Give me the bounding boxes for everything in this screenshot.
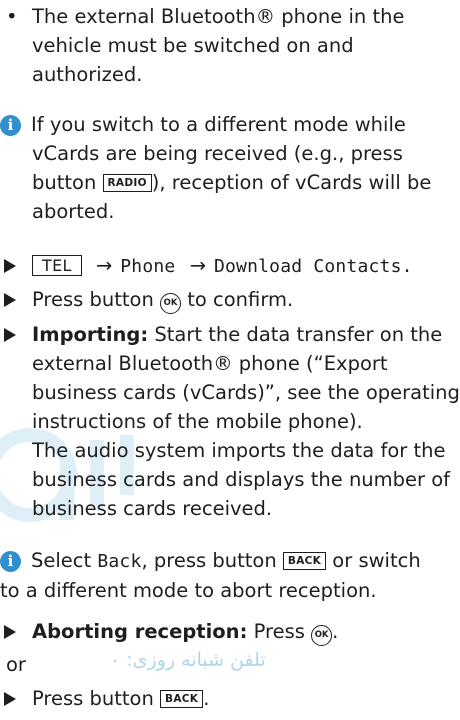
note-text: button xyxy=(32,171,103,194)
arrow-symbol: → xyxy=(189,254,206,277)
step-text-line: external Bluetooth® phone (“Export xyxy=(32,352,388,375)
back-button-symbol: BACK xyxy=(282,552,327,570)
step-text-line: business cards (vCards)”, see the operat… xyxy=(32,381,460,404)
step-confirm: Press button OK to confirm. xyxy=(0,285,455,314)
step-importing: Importing: Start the data transfer on th… xyxy=(0,320,460,523)
step-text-line: business cards and displays the number o… xyxy=(32,468,451,491)
step-text: Press xyxy=(247,620,312,643)
info-note-abort: i Select Back, press button BACK or switc… xyxy=(0,546,455,605)
or-separator: or xyxy=(6,653,26,676)
step-text-line: business cards received. xyxy=(32,497,273,520)
menu-item-phone: Phone xyxy=(120,256,176,277)
info-icon: i xyxy=(0,115,21,136)
note-text: ), reception of vCards will be xyxy=(151,171,432,194)
note-text-line: to a different mode to abort reception. xyxy=(0,579,377,602)
step-text: Press button xyxy=(32,288,161,311)
step-text: . xyxy=(332,620,339,643)
info-icon: i xyxy=(0,551,21,572)
step-aborting: Aborting reception: Press OK. xyxy=(0,617,455,646)
ok-button-symbol: OK xyxy=(160,293,182,314)
manual-page: تلفن شبانه روزی: ۰ • The external Blueto… xyxy=(0,0,460,720)
menu-item-download-contacts: Download Contacts. xyxy=(213,256,413,277)
bullet-dot: • xyxy=(6,5,18,28)
step-arrow-icon xyxy=(4,625,16,639)
tel-button-symbol: TEL xyxy=(32,255,82,276)
step-text: Press button xyxy=(32,687,161,710)
ok-button-symbol: OK xyxy=(311,625,333,646)
step-heading: Importing: xyxy=(32,323,149,346)
note-text: Select xyxy=(31,549,98,572)
note-text: , press button xyxy=(141,549,283,572)
step-press-back: Press button BACK. xyxy=(0,684,455,713)
bullet-text-line: vehicle must be switched on and xyxy=(32,34,354,57)
arrow-symbol: → xyxy=(95,254,113,277)
step-heading: Aborting reception: xyxy=(32,620,248,643)
step-text: Start the data transfer on the xyxy=(148,323,443,346)
step-arrow-icon xyxy=(4,692,16,706)
watermark-text: تلفن شبانه روزی: ۰ xyxy=(110,649,266,671)
step-menu-path: TEL → Phone → Download Contacts. xyxy=(0,251,455,281)
step-text-line: instructions of the mobile phone). xyxy=(32,410,363,433)
bullet-text-line: The external Bluetooth® phone in the xyxy=(32,5,405,28)
step-arrow-icon xyxy=(4,328,16,342)
menu-item-back: Back xyxy=(97,551,142,572)
note-text-line: If you switch to a different mode while xyxy=(31,113,406,136)
note-text-line: aborted. xyxy=(32,200,115,223)
step-text: . xyxy=(203,687,210,710)
note-text-line: vCards are being received (e.g., press xyxy=(32,142,403,165)
info-note-mode-switch: i If you switch to a different mode while… xyxy=(0,110,455,226)
note-text: or switch xyxy=(326,549,421,572)
radio-button-symbol: RADIO xyxy=(102,174,152,192)
step-text: to confirm. xyxy=(181,288,294,311)
step-arrow-icon xyxy=(4,259,16,273)
step-arrow-icon xyxy=(4,293,16,307)
bullet-requirement: • The external Bluetooth® phone in the v… xyxy=(0,2,455,89)
back-button-symbol: BACK xyxy=(160,690,204,708)
bullet-text-line: authorized. xyxy=(32,63,143,86)
step-text-line: The audio system imports the data for th… xyxy=(32,439,446,462)
